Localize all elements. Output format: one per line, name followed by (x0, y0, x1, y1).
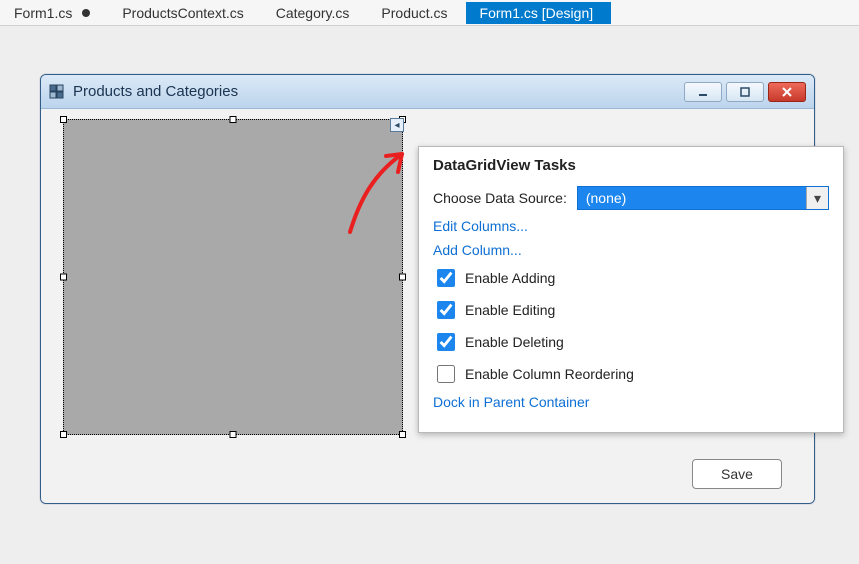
close-button[interactable] (768, 82, 806, 102)
tab-category-cs[interactable]: Category.cs (262, 2, 368, 24)
tasks-panel-title: DataGridView Tasks (433, 157, 829, 174)
enable-reordering-checkbox[interactable] (437, 365, 455, 383)
selection-handle[interactable] (399, 431, 406, 438)
form-icon (49, 84, 65, 100)
enable-deleting-label: Enable Deleting (465, 334, 564, 350)
edit-columns-link[interactable]: Edit Columns... (433, 218, 528, 234)
enable-editing-label: Enable Editing (465, 302, 555, 318)
chevron-left-icon: ◂ (394, 120, 399, 131)
enable-deleting-checkbox[interactable] (437, 333, 455, 351)
enable-adding-checkbox[interactable] (437, 269, 455, 287)
unsaved-indicator-icon (82, 9, 90, 17)
tab-label: Product.cs (381, 5, 447, 21)
enable-reordering-label: Enable Column Reordering (465, 366, 634, 382)
dock-in-parent-link[interactable]: Dock in Parent Container (433, 394, 589, 410)
save-button-label: Save (721, 466, 753, 482)
close-icon (781, 86, 793, 98)
save-button[interactable]: Save (692, 459, 782, 489)
selection-handle[interactable] (60, 116, 67, 123)
add-column-link[interactable]: Add Column... (433, 242, 522, 258)
tab-label: Form1.cs (14, 5, 72, 21)
selection-handle[interactable] (230, 431, 237, 438)
form-titlebar: Products and Categories (41, 75, 814, 109)
document-tabstrip: Form1.cs ProductsContext.cs Category.cs … (0, 0, 859, 26)
minimize-icon (697, 86, 709, 98)
enable-adding-label: Enable Adding (465, 270, 555, 286)
choose-data-source-label: Choose Data Source: (433, 190, 567, 206)
tab-form1-design[interactable]: Form1.cs [Design] (466, 2, 612, 24)
selection-handle[interactable] (60, 431, 67, 438)
dropdown-toggle[interactable]: ▾ (806, 187, 828, 209)
tab-productscontext-cs[interactable]: ProductsContext.cs (108, 2, 261, 24)
smart-tag-glyph[interactable]: ◂ (390, 118, 404, 132)
window-control-buttons (684, 82, 806, 102)
maximize-icon (739, 86, 751, 98)
enable-editing-checkbox[interactable] (437, 301, 455, 319)
minimize-button[interactable] (684, 82, 722, 102)
data-source-value: (none) (578, 187, 806, 209)
form-title: Products and Categories (73, 83, 238, 100)
selection-handle[interactable] (399, 274, 406, 281)
chevron-down-icon: ▾ (814, 190, 821, 207)
designer-surface: Products and Categories (0, 26, 859, 564)
datagridview-control[interactable]: ◂ (63, 119, 403, 435)
tab-label: Category.cs (276, 5, 350, 21)
tab-product-cs[interactable]: Product.cs (367, 2, 465, 24)
selection-handle[interactable] (60, 274, 67, 281)
maximize-button[interactable] (726, 82, 764, 102)
tab-form1-cs[interactable]: Form1.cs (0, 2, 108, 24)
selection-handle[interactable] (230, 116, 237, 123)
data-source-dropdown[interactable]: (none) ▾ (577, 186, 829, 210)
tab-label: ProductsContext.cs (122, 5, 243, 21)
choose-data-source-row: Choose Data Source: (none) ▾ (433, 186, 829, 210)
tab-label: Form1.cs [Design] (480, 5, 594, 21)
datagridview-tasks-panel: DataGridView Tasks Choose Data Source: (… (418, 146, 844, 433)
